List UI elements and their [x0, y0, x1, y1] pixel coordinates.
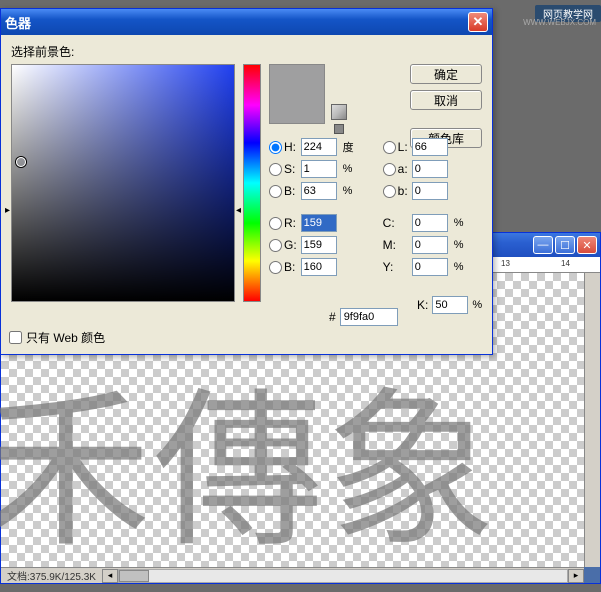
hex-label: #: [329, 310, 336, 324]
blab-radio[interactable]: [383, 185, 396, 198]
s-unit: %: [343, 163, 357, 175]
k-unit: %: [472, 299, 482, 311]
document-size-info: 文档:375.9K/125.3K: [1, 568, 102, 583]
bhsb-unit: %: [343, 185, 357, 197]
hex-input[interactable]: [340, 308, 398, 326]
brgb-input[interactable]: [301, 258, 337, 276]
l-radio-label[interactable]: L:: [383, 140, 408, 154]
brgb-radio[interactable]: [269, 261, 282, 274]
scroll-track[interactable]: [118, 569, 568, 583]
l-radio[interactable]: [383, 141, 396, 154]
field-right-arrow-icon: ◂: [236, 205, 241, 216]
g-input[interactable]: [301, 236, 337, 254]
web-only-checkbox[interactable]: [9, 331, 22, 344]
ruler-mark: 13: [501, 259, 510, 268]
scroll-left-button[interactable]: ◂: [102, 569, 118, 583]
s-radio-label[interactable]: S:: [269, 162, 297, 176]
g-radio-label[interactable]: G:: [269, 238, 297, 252]
h-radio-label[interactable]: H:: [269, 140, 297, 154]
a-radio-label[interactable]: a:: [383, 162, 408, 176]
ok-button[interactable]: 确定: [410, 64, 482, 84]
bhsb-radio-label[interactable]: B:: [269, 184, 297, 198]
window-close-button[interactable]: ✕: [577, 236, 597, 254]
c-input[interactable]: [412, 214, 448, 232]
r-radio[interactable]: [269, 217, 282, 230]
maximize-button[interactable]: ☐: [555, 236, 575, 254]
warning-cube-icon[interactable]: [331, 104, 347, 120]
color-picker-dialog: 色器 ✕ 选择前景色: ▸ ◂: [0, 8, 493, 355]
web-only-text: 只有 Web 颜色: [26, 329, 105, 346]
a-radio[interactable]: [383, 163, 396, 176]
blab-input[interactable]: [412, 182, 448, 200]
r-input[interactable]: [301, 214, 337, 232]
hue-slider[interactable]: [243, 64, 261, 302]
m-input[interactable]: [412, 236, 448, 254]
ruler-mark: 14: [561, 259, 570, 268]
dialog-close-button[interactable]: ✕: [468, 12, 488, 32]
l-input[interactable]: [412, 138, 448, 156]
color-value-fields: H: 度 L: S: % a: B:: [269, 138, 468, 276]
blab-radio-label[interactable]: b:: [383, 184, 408, 198]
y-label: Y:: [383, 260, 408, 274]
artwork-text: 禾 傳 象: [0, 333, 476, 579]
web-only-checkbox-label[interactable]: 只有 Web 颜色: [9, 329, 105, 346]
scroll-thumb[interactable]: [119, 570, 149, 582]
r-radio-label[interactable]: R:: [269, 216, 297, 230]
c-unit: %: [454, 217, 468, 229]
a-input[interactable]: [412, 160, 448, 178]
bhsb-input[interactable]: [301, 182, 337, 200]
color-swatch: [269, 64, 325, 124]
h-input[interactable]: [301, 138, 337, 156]
s-radio[interactable]: [269, 163, 282, 176]
brgb-radio-label[interactable]: B:: [269, 260, 297, 274]
c-label: C:: [383, 216, 408, 230]
m-label: M:: [383, 238, 408, 252]
scroll-right-button[interactable]: ▸: [568, 569, 584, 583]
k-label: K:: [417, 298, 428, 312]
cancel-button[interactable]: 取消: [410, 90, 482, 110]
color-field-cursor: [16, 157, 26, 167]
y-unit: %: [454, 261, 468, 273]
h-unit: 度: [343, 139, 357, 155]
field-left-arrow-icon: ▸: [5, 205, 10, 216]
y-input[interactable]: [412, 258, 448, 276]
color-field[interactable]: ▸ ◂: [11, 64, 235, 302]
s-input[interactable]: [301, 160, 337, 178]
watermark-url: WWW.WEBJX.COM: [523, 18, 596, 27]
prompt-label: 选择前景色:: [11, 43, 482, 60]
h-radio[interactable]: [269, 141, 282, 154]
vertical-scrollbar[interactable]: [584, 273, 600, 567]
dialog-titlebar[interactable]: 色器 ✕: [1, 9, 492, 35]
g-radio[interactable]: [269, 239, 282, 252]
horizontal-scrollbar[interactable]: 文档:375.9K/125.3K ◂ ▸: [1, 567, 584, 583]
bhsb-radio[interactable]: [269, 185, 282, 198]
warning-swatch-icon[interactable]: [334, 124, 344, 134]
minimize-button[interactable]: ―: [533, 236, 553, 254]
k-input[interactable]: [432, 296, 468, 314]
m-unit: %: [454, 239, 468, 251]
dialog-title: 色器: [5, 13, 31, 32]
